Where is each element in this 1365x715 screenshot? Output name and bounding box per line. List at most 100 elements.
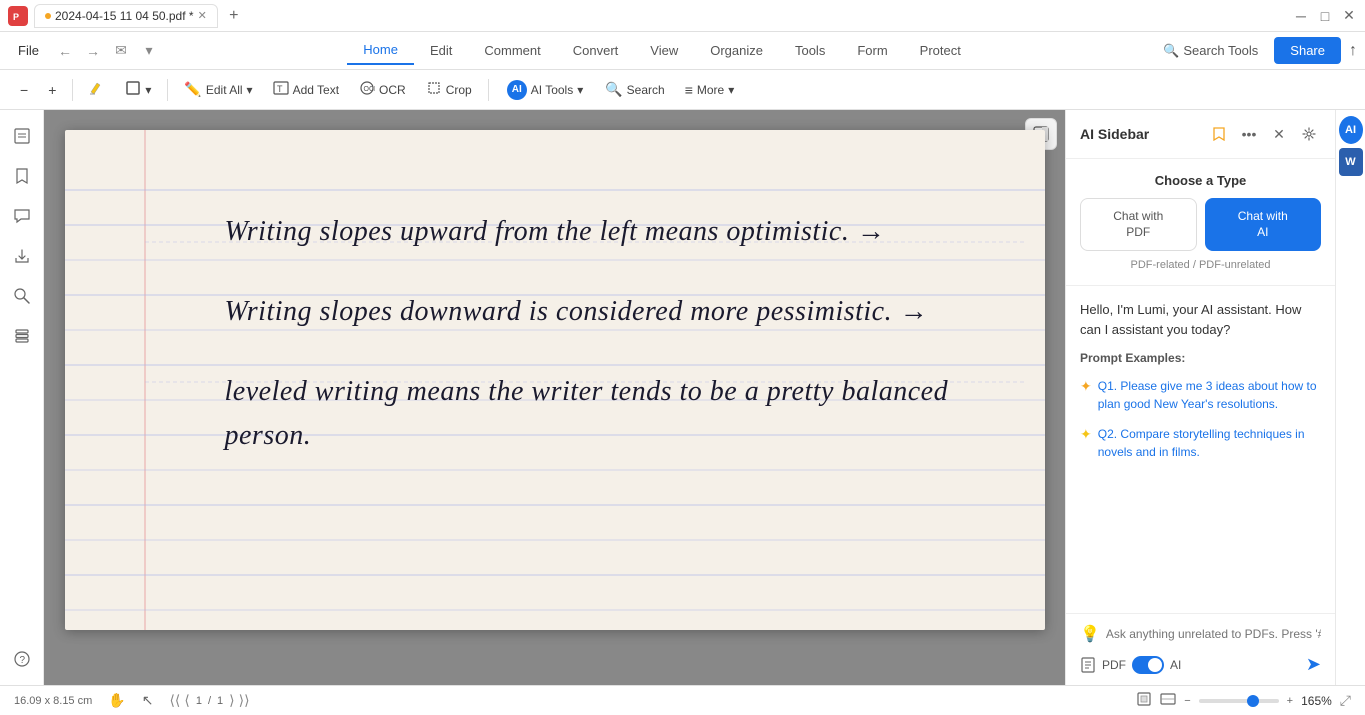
search-tools-label: Search Tools [1183, 43, 1258, 58]
hand-tool-icon[interactable]: ✋ [108, 692, 125, 709]
edit-all-button[interactable]: ✏️ Edit All ▾ [176, 76, 260, 103]
shapes-button[interactable]: ▾ [117, 75, 159, 104]
edit-all-label: Edit All [206, 83, 243, 97]
tab-tools[interactable]: Tools [779, 37, 841, 64]
word-edge-icon: W [1339, 148, 1363, 176]
page-separator: / [208, 695, 211, 707]
ai-tools-button[interactable]: AI AI Tools ▾ [497, 75, 594, 105]
zoom-out-status[interactable]: − [1184, 695, 1190, 707]
sidebar-more-button[interactable]: ••• [1237, 122, 1261, 146]
chat-with-ai-button[interactable]: Chat with AI [1205, 198, 1322, 251]
close-button[interactable]: ✕ [1341, 8, 1357, 24]
file-menu[interactable]: File [8, 39, 49, 62]
ai-edge-button[interactable]: AI [1339, 118, 1363, 142]
divider-3 [488, 79, 489, 101]
bookmarks-panel-button[interactable] [6, 160, 38, 192]
zoom-in-status[interactable]: + [1287, 695, 1293, 707]
shapes-dropdown: ▾ [145, 83, 151, 97]
tab-convert[interactable]: Convert [557, 37, 635, 64]
ocr-button[interactable]: OCR OCR [351, 75, 414, 104]
document-tab[interactable]: 2024-04-15 11 04 50.pdf * ✕ [34, 4, 218, 28]
prompt-item-2[interactable]: ✦ Q2. Compare storytelling techniques in… [1080, 425, 1321, 461]
pdf-line-2: Writing slopes downward is considered mo… [225, 290, 965, 335]
first-page-button[interactable]: ⟨⟨ [169, 692, 180, 709]
share-button[interactable]: Share [1274, 37, 1341, 64]
sidebar-bookmark-button[interactable] [1207, 122, 1231, 146]
minimize-button[interactable]: ─ [1293, 8, 1309, 24]
layers-panel-button[interactable] [6, 320, 38, 352]
chat-with-pdf-button[interactable]: Chat with PDF [1080, 198, 1197, 251]
search-button[interactable]: 🔍 Search [597, 76, 672, 103]
fit-width-button[interactable] [1160, 691, 1176, 710]
titlebar: P 2024-04-15 11 04 50.pdf * ✕ + ─ □ ✕ [0, 0, 1365, 32]
sidebar-close-button[interactable]: ✕ [1267, 122, 1291, 146]
svg-text:P: P [13, 12, 19, 22]
nav-forward-button[interactable]: → [81, 39, 105, 63]
ocr-label: OCR [379, 83, 406, 97]
search-panel-button[interactable] [6, 280, 38, 312]
highlight-icon [89, 80, 105, 99]
comments-panel-button[interactable] [6, 200, 38, 232]
new-tab-button[interactable]: + [224, 6, 244, 26]
tab-comment[interactable]: Comment [468, 37, 556, 64]
pages-panel-button[interactable] [6, 120, 38, 152]
ai-tools-dropdown: ▾ [577, 83, 583, 97]
tab-view[interactable]: View [634, 37, 694, 64]
zoom-out-icon: − [20, 82, 28, 98]
last-page-button[interactable]: ⟩⟩ [239, 692, 250, 709]
nav-back-button[interactable]: ← [53, 39, 77, 63]
tab-close-icon[interactable]: ✕ [198, 9, 207, 22]
zoom-in-button[interactable]: + [40, 77, 64, 103]
pdf-page: Writing slopes upward from the left mean… [65, 130, 1045, 630]
more-button[interactable]: ≡ More ▾ [677, 77, 743, 103]
chat-pdf-label2: PDF [1089, 225, 1188, 241]
crop-button[interactable]: Crop [418, 75, 480, 104]
tab-protect[interactable]: Protect [904, 37, 977, 64]
add-text-button[interactable]: T Add Text [265, 75, 347, 104]
prompt-text-2: Q2. Compare storytelling techniques in n… [1098, 425, 1321, 461]
ai-chat-input[interactable] [1106, 627, 1321, 641]
nav-email-button[interactable]: ✉ [109, 39, 133, 63]
tab-form[interactable]: Form [841, 37, 903, 64]
highlight-button[interactable] [81, 75, 113, 104]
statusbar: 16.09 x 8.15 cm ✋ ↖ ⟨⟨ ⟨ 1 / 1 ⟩ ⟩⟩ − + … [0, 685, 1365, 715]
next-page-button[interactable]: ⟩ [229, 692, 234, 709]
prev-page-button[interactable]: ⟨ [184, 692, 189, 709]
ai-sidebar-title: AI Sidebar [1080, 126, 1149, 142]
fit-page-button[interactable] [1136, 691, 1152, 710]
zoom-in-icon: + [48, 82, 56, 98]
ocr-icon: OCR [359, 80, 375, 99]
menubar: File ← → ✉ ▾ Home Edit Comment Convert V… [0, 32, 1365, 70]
pdf-toggle-label: PDF [1102, 658, 1126, 672]
help-button[interactable]: ? [6, 643, 38, 675]
ai-input-icon: 💡 [1080, 624, 1100, 644]
statusbar-right: − + 165% ⤢ [1136, 691, 1351, 710]
pdf-ai-toggle[interactable] [1132, 656, 1164, 674]
fullscreen-button[interactable]: ⤢ [1340, 692, 1351, 709]
ai-toggle-group: AI [1170, 658, 1181, 672]
word-edge-button[interactable]: W [1339, 150, 1363, 174]
ai-tools-icon: AI [507, 80, 527, 100]
prompt-item-1[interactable]: ✦ Q1. Please give me 3 ideas about how t… [1080, 377, 1321, 413]
window-controls: ─ □ ✕ [1293, 8, 1357, 24]
tab-home[interactable]: Home [347, 36, 414, 65]
tab-organize[interactable]: Organize [694, 37, 779, 64]
sidebar-settings-button[interactable] [1297, 122, 1321, 146]
send-message-button[interactable]: ➤ [1306, 654, 1321, 675]
page-navigation: ⟨⟨ ⟨ 1 / 1 ⟩ ⟩⟩ [169, 692, 249, 709]
cursor-tool-icon[interactable]: ↖ [142, 692, 154, 709]
attachments-panel-button[interactable] [6, 240, 38, 272]
zoom-slider[interactable] [1199, 699, 1279, 703]
search-tool-icon: 🔍 [605, 81, 622, 98]
ai-footer: 💡 PDF AI ➤ [1066, 613, 1335, 685]
upload-button[interactable]: ↑ [1349, 42, 1357, 60]
tab-edit[interactable]: Edit [414, 37, 468, 64]
choose-type-section: Choose a Type Chat with PDF Chat with AI… [1066, 159, 1335, 286]
maximize-button[interactable]: □ [1317, 8, 1333, 24]
current-page-number: 1 [196, 695, 202, 707]
prompt-text-1: Q1. Please give me 3 ideas about how to … [1098, 377, 1321, 413]
zoom-out-button[interactable]: − [12, 77, 36, 103]
nav-dropdown-button[interactable]: ▾ [137, 39, 161, 63]
search-tools-button[interactable]: 🔍 Search Tools [1155, 39, 1266, 63]
chat-ai-label1: Chat with [1214, 209, 1313, 225]
